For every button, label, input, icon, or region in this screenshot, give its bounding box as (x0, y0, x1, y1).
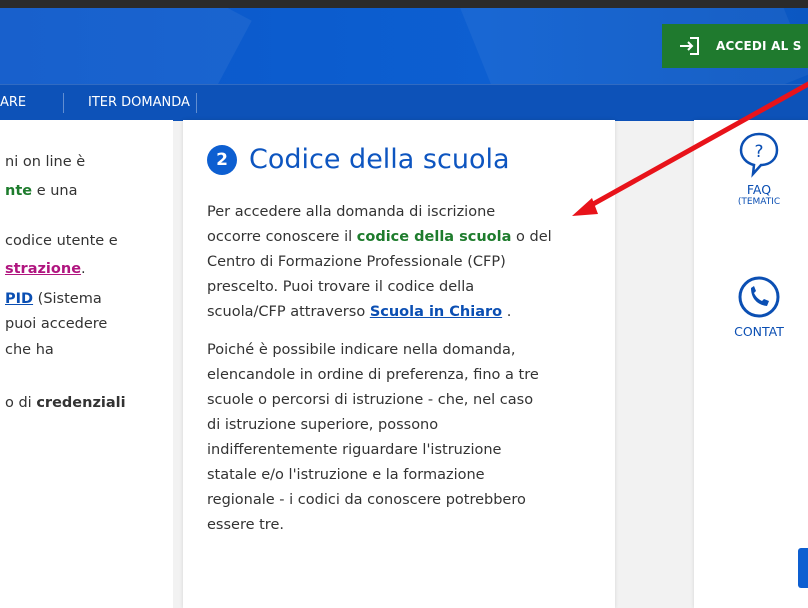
main-nav: ARE ITER DOMANDA (0, 84, 808, 121)
contact-link[interactable]: CONTAT (694, 274, 808, 339)
question-bubble-icon: ? (739, 132, 779, 178)
section-title: Codice della scuola (249, 144, 510, 175)
nav-divider (196, 93, 197, 113)
nav-item-iter-domanda[interactable]: ITER DOMANDA (88, 85, 190, 121)
svg-text:?: ? (754, 142, 763, 162)
faq-sublabel: (TEMATIC (737, 197, 781, 207)
top-strip (0, 0, 808, 8)
details-paragraph: Poiché è possibile indicare nella domand… (207, 342, 539, 533)
school-code-panel: 2 Codice della scuola Per accedere alla … (183, 120, 615, 608)
section-heading: 2 Codice della scuola (207, 144, 510, 175)
faq-label: FAQ (746, 182, 772, 197)
login-button[interactable]: ACCEDI AL S (662, 24, 808, 68)
nav-item-partial[interactable]: ARE (0, 85, 26, 121)
school-code-highlight: codice della scuola (356, 229, 512, 245)
step-number-badge: 2 (207, 144, 237, 175)
left-text-line: che ha (5, 342, 54, 358)
login-button-label: ACCEDI AL S (716, 39, 802, 53)
intro-paragraph: Per accedere alla domanda di iscrizione … (207, 204, 552, 320)
left-text-line: strazione. (5, 261, 86, 277)
spid-link[interactable]: PID (5, 291, 33, 307)
left-text-line: ni on line è (5, 154, 86, 170)
contact-label: CONTAT (734, 324, 784, 339)
left-text-line: codice utente e (5, 233, 118, 249)
faq-link[interactable]: ? FAQ (TEMATIC (694, 130, 808, 207)
registration-link[interactable]: strazione (5, 261, 81, 277)
left-text-line: nte e una (5, 183, 78, 199)
floating-button[interactable] (798, 548, 808, 588)
left-text-line: PID (Sistema (5, 291, 102, 307)
site-header: ACCEDI AL S (0, 8, 808, 84)
left-text-line: o di credenziali (5, 395, 126, 411)
header-decoration (0, 8, 252, 84)
left-text-line: puoi accedere (5, 316, 108, 332)
scuola-in-chiaro-link[interactable]: Scuola in Chiaro (370, 304, 502, 320)
phone-icon (738, 276, 780, 318)
nav-divider (63, 93, 64, 113)
login-arrow-icon (680, 37, 699, 55)
right-sidebar: ? FAQ (TEMATIC CONTAT (694, 120, 808, 608)
left-column: ni on line è nte e una codice utente e s… (0, 120, 173, 608)
